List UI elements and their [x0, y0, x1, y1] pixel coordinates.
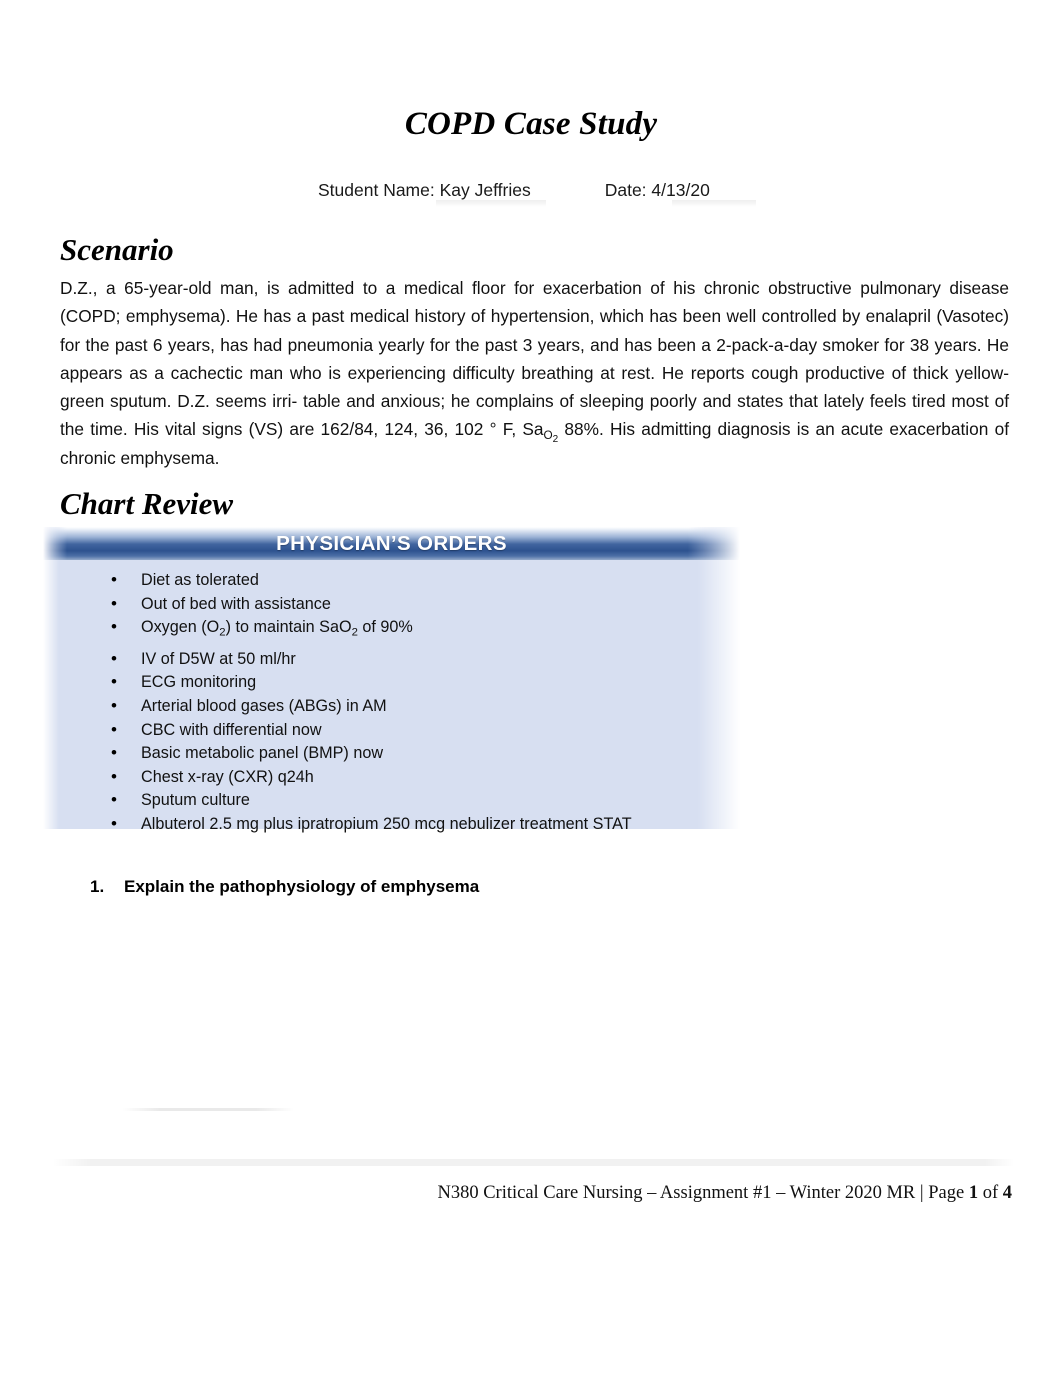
order-item-text: Albuterol 2.5 mg plus ipratropium 250 mc… [141, 814, 632, 833]
list-item: Arterial blood gases (ABGs) in AM [43, 694, 740, 719]
list-item: ECG monitoring [43, 670, 740, 695]
orders-box-header-band: PHYSICIAN’S ORDERS [43, 527, 740, 560]
order-item-text: CBC with differential now [141, 720, 322, 739]
scenario-body: D.Z., a 65-year-old man, is admitted to … [60, 274, 1009, 472]
order-item-text: ) to maintain SaO [225, 618, 352, 637]
date-label: Date: [604, 180, 647, 200]
list-item: IV of D5W at 50 ml/hr [43, 647, 740, 672]
page-footer: N380 Critical Care Nursing – Assignment … [437, 1183, 1012, 1204]
chart-review-heading: Chart Review [60, 486, 234, 521]
footer-divider [52, 1159, 1014, 1166]
scenario-text-part-1: D.Z., a 65-year-old man, is admitted to … [60, 278, 1009, 440]
list-item: CBC with differential now [43, 718, 740, 743]
order-item-text: ECG monitoring [141, 673, 257, 692]
order-item-text: Chest x-ray (CXR) q24h [141, 767, 314, 786]
list-item: Chest x-ray (CXR) q24h [43, 765, 740, 790]
orders-box-header-title: PHYSICIAN’S ORDERS [276, 532, 507, 555]
question-text: Explain the pathophysiology of emphysema [124, 877, 480, 896]
student-date-line: Student Name: Kay Jeffries Date: 4/13/20 [318, 180, 710, 201]
list-item: Sputum culture [43, 788, 740, 813]
order-item-text: Sputum culture [141, 791, 250, 810]
footer-course-text: N380 Critical Care Nursing – Assignment … [437, 1183, 969, 1203]
order-item-text: Arterial blood gases (ABGs) in AM [141, 696, 387, 715]
document-page: COPD Case Study Student Name: Kay Jeffri… [0, 0, 1062, 1377]
order-item-text: Basic metabolic panel (BMP) now [141, 744, 384, 763]
date-value[interactable]: 4/13/20 [651, 180, 709, 200]
question-item-1: 1. Explain the pathophysiology of emphyse… [90, 877, 479, 897]
footer-page-current: 1 [968, 1183, 979, 1203]
sao2-subscript: O2 [543, 429, 559, 446]
question-number: 1. [90, 877, 105, 896]
list-item: Diet as tolerated [43, 568, 740, 593]
order-item-text: of 90% [357, 618, 413, 637]
student-name-value[interactable]: Kay Jeffries [440, 180, 531, 200]
physicians-orders-box: PHYSICIAN’S ORDERS Diet as tolerated Out… [43, 527, 740, 835]
answer-area-rule [122, 1108, 294, 1111]
list-item: Albuterol 2.5 mg plus ipratropium 250 mc… [43, 812, 740, 837]
list-item: Basic metabolic panel (BMP) now [43, 741, 740, 766]
footer-page-of: of [978, 1183, 1003, 1203]
order-item-text: Out of bed with assistance [141, 594, 331, 613]
student-name-label: Student Name: [318, 180, 435, 200]
date-field-shading [672, 200, 756, 207]
orders-list: Diet as tolerated Out of bed with assist… [43, 560, 740, 837]
order-item-text: IV of D5W at 50 ml/hr [141, 649, 296, 668]
list-item: Out of bed with assistance [43, 592, 740, 617]
list-item: Oxygen (O2) to maintain SaO2 of 90% [43, 615, 740, 640]
page-title: COPD Case Study [404, 106, 658, 142]
student-name-field-shading [436, 200, 546, 207]
order-item-text: Oxygen (O [141, 618, 220, 637]
order-item-text: Diet as tolerated [141, 571, 259, 589]
footer-page-total: 4 [1002, 1183, 1012, 1203]
scenario-heading: Scenario [60, 232, 174, 267]
